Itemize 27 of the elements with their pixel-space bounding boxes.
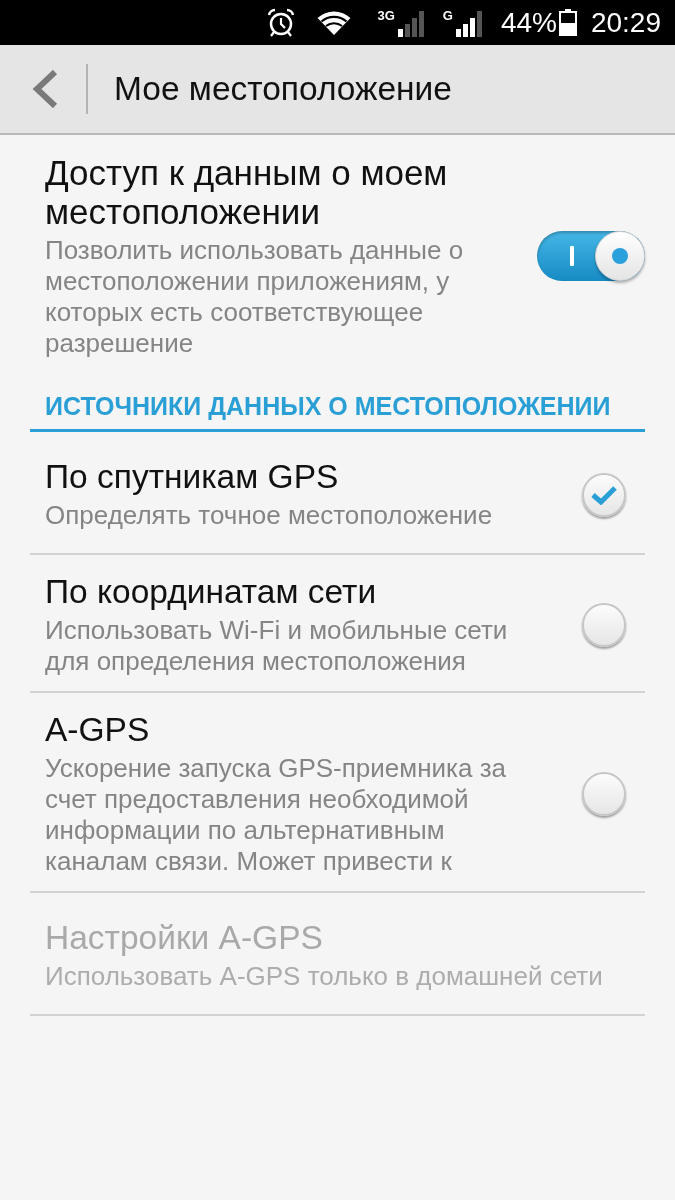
check-icon	[591, 484, 617, 505]
setting-title[interactable]: По спутникам GPS	[45, 458, 542, 496]
signal-icon	[454, 10, 483, 37]
setting-summary: Ускорение запуска GPS-приемника за счет предоставления необходимой информации по альтернативным каналам связи. Может привести к	[45, 753, 508, 877]
setting-summary: Использовать A-GPS только в домашней сети	[45, 961, 604, 992]
setting-title: Настройки A-GPS	[45, 919, 324, 957]
clock-time: 20:29	[590, 6, 661, 39]
alarm-clock-icon	[267, 8, 296, 37]
back-icon[interactable]	[31, 70, 59, 108]
setting-summary: Определять точное местоположение	[45, 500, 494, 531]
battery-icon	[558, 9, 577, 36]
checkbox[interactable]	[582, 603, 626, 647]
setting-title: Доступ к данным о моем местоположении	[45, 153, 449, 231]
signal-icon	[396, 10, 425, 37]
battery-percent: 44%	[500, 6, 557, 39]
checkbox[interactable]	[582, 772, 626, 816]
setting-title[interactable]: По координатам сети	[45, 573, 542, 611]
toggle-switch[interactable]	[537, 231, 645, 281]
network-type-label: G	[442, 8, 453, 22]
setting-title[interactable]: A-GPS	[45, 711, 542, 749]
wifi-icon	[317, 9, 352, 36]
network-type-label: 3G	[377, 8, 395, 22]
setting-summary: Использовать Wi-Fi и мобильные сети для определения местоположения	[45, 615, 509, 677]
setting-summary: Позволить использовать данные о местоположении приложениям, у которых есть соответствующее разрешение	[45, 235, 465, 359]
section-header: ИСТОЧНИКИ ДАННЫХ О МЕСТОПОЛОЖЕНИИ	[30, 369, 645, 432]
screen-title: Мое местоположение	[114, 69, 452, 109]
checkbox[interactable]	[582, 472, 626, 517]
